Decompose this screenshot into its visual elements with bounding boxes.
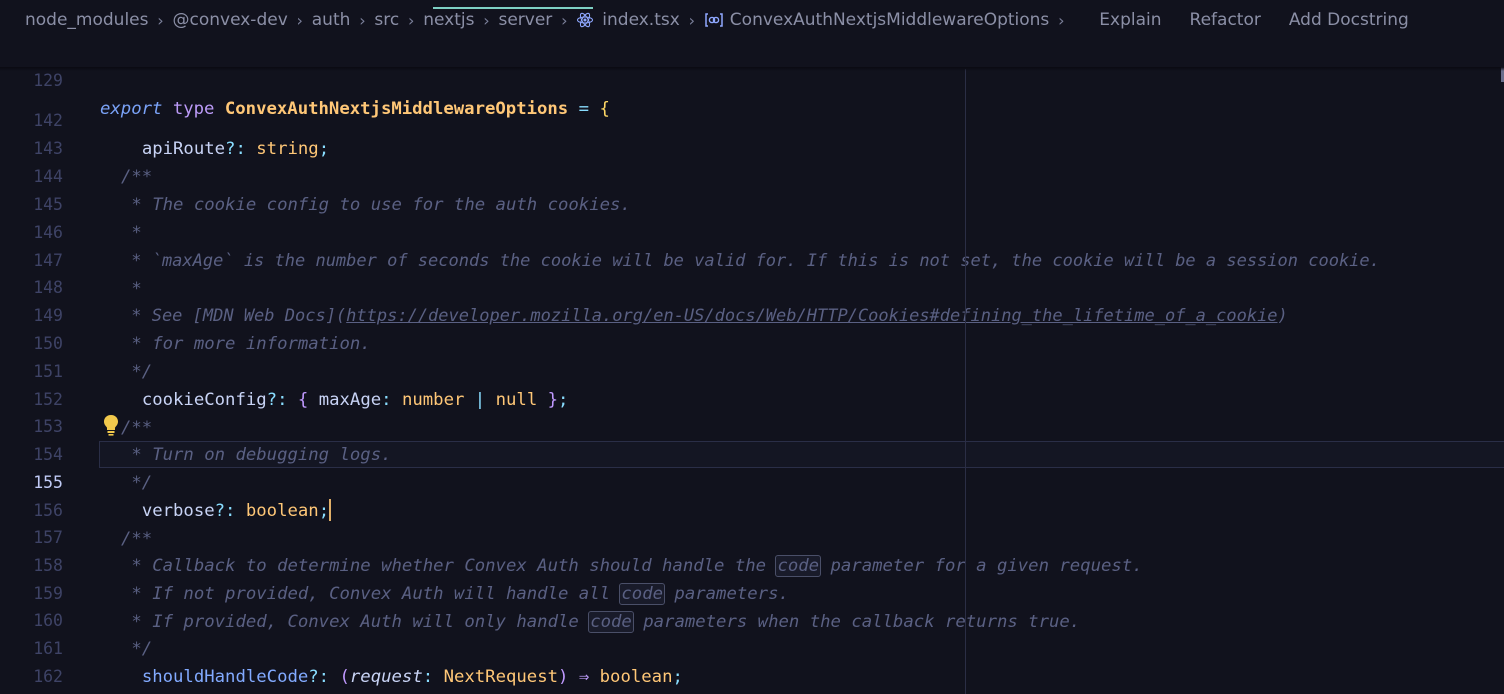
type-name: ConvexAuthNextjsMiddlewareOptions (224, 99, 569, 119)
semicolon: ; (318, 139, 330, 159)
code-line-150[interactable]: 150 */ (0, 302, 1504, 382)
property-name: shouldHandleCode (141, 667, 309, 687)
line-number: 129 (33, 71, 63, 90)
code-line-161[interactable]: 161 shouldHandleCode?: (request: NextReq… (0, 607, 1504, 687)
colon: : (422, 667, 434, 687)
breadcrumb-item-src[interactable]: src (374, 10, 399, 30)
open-brace: { (297, 390, 309, 410)
breadcrumb-item-file[interactable]: index.tsx (576, 10, 680, 30)
chevron-right-icon: › (483, 10, 490, 30)
close-brace: } (547, 390, 559, 410)
code-line-160[interactable]: 160 */ (0, 579, 1504, 659)
column-ruler (965, 69, 966, 694)
optional-colon: ?: (308, 667, 330, 687)
code-line-156[interactable]: 156 /** (0, 469, 1504, 549)
code-line-146[interactable]: 146 * `maxAge` is the number of seconds … (0, 191, 1504, 271)
semicolon: ; (672, 667, 683, 687)
arrow: ⇒ (578, 667, 590, 687)
code-content: cookieConfig?: { maxAge: number | null }… (142, 390, 569, 410)
react-icon (576, 11, 594, 29)
code-line-152[interactable]: 152 /** (0, 358, 1504, 438)
code-content: apiRoute?: string; (142, 139, 329, 159)
explain-action[interactable]: Explain (1099, 10, 1161, 30)
property-name: cookieConfig (141, 390, 267, 410)
breadcrumb-symbol-label: ConvexAuthNextjsMiddlewareOptions (729, 10, 1050, 30)
optional-colon: ?: (214, 501, 236, 521)
chevron-right-icon: › (408, 10, 415, 30)
text-cursor (329, 498, 332, 521)
breadcrumb-item-symbol[interactable]: ConvexAuthNextjsMiddlewareOptions (704, 10, 1050, 30)
chevron-right-icon: › (296, 10, 303, 30)
keyword-export: export (100, 99, 163, 119)
type-annotation: null (495, 390, 538, 410)
code-line-148[interactable]: 148 * See [MDN Web Docs](https://develop… (0, 246, 1504, 326)
symbol-interface-icon (704, 12, 724, 28)
code-line: export type ConvexAuthNextjsMiddlewareOp… (100, 95, 610, 123)
type-annotation: number (401, 390, 465, 410)
chevron-right-icon: › (688, 10, 695, 30)
sticky-scroll-shadow (0, 67, 1504, 71)
code-content: verbose?: boolean; (141, 498, 332, 521)
return-type: boolean (599, 667, 673, 687)
lightbulb-icon[interactable] (101, 413, 121, 437)
sticky-scroll-line[interactable]: 129 export type ConvexAuthNextjsMiddlewa… (0, 39, 1504, 119)
equals-sign: = (578, 99, 590, 119)
semicolon: ; (558, 390, 569, 410)
optional-colon: ?: (266, 390, 288, 410)
open-paren: ( (339, 667, 350, 687)
colon: : (381, 390, 392, 410)
chevron-right-icon: › (359, 10, 366, 30)
breadcrumb-item-nextjs[interactable]: nextjs (423, 10, 474, 30)
breadcrumb-item-node-modules[interactable]: node_modules (25, 10, 149, 30)
union-bar: | (474, 390, 486, 410)
parameter-name: request (349, 667, 423, 687)
code-line-147[interactable]: 147 * (0, 219, 1504, 299)
semicolon: ; (318, 501, 330, 521)
field-name: maxAge (318, 390, 382, 410)
code-line-155[interactable]: 155 verbose?: boolean; (0, 441, 1504, 521)
breadcrumb-item-server[interactable]: server (498, 10, 552, 30)
optional-colon: ?: (225, 139, 246, 159)
refactor-action[interactable]: Refactor (1190, 10, 1261, 30)
code-line-162[interactable]: 162 }; (0, 635, 1504, 686)
add-docstring-action[interactable]: Add Docstring (1289, 10, 1409, 30)
property-name: verbose (141, 501, 215, 521)
type-annotation: boolean (245, 501, 319, 521)
open-brace: { (599, 99, 610, 119)
chevron-right-icon: › (561, 10, 568, 30)
code-line-145[interactable]: 145 * (0, 163, 1504, 243)
code-line-154[interactable]: 154 */ (0, 413, 1504, 493)
type-annotation: NextRequest (443, 667, 559, 687)
code-line-151[interactable]: 151 cookieConfig?: { maxAge: number | nu… (0, 330, 1504, 410)
code-content: shouldHandleCode?: (request: NextRequest… (142, 667, 683, 687)
close-paren: ) (558, 667, 569, 687)
breadcrumb-item-convex-dev[interactable]: @convex-dev (173, 10, 288, 30)
breadcrumb-item-auth[interactable]: auth (312, 10, 351, 30)
breadcrumb-file-label: index.tsx (602, 10, 680, 30)
chevron-right-icon: › (1058, 10, 1065, 30)
code-line-149[interactable]: 149 * for more information. (0, 274, 1504, 354)
chevron-right-icon: › (157, 10, 164, 30)
type-annotation: string (256, 139, 319, 159)
code-line-158[interactable]: 158 * If not provided, Convex Auth will … (0, 524, 1504, 605)
code-line-159[interactable]: 159 * If provided, Convex Auth will only… (0, 552, 1504, 633)
keyword-type: type (172, 99, 215, 119)
property-name: apiRoute (141, 139, 226, 159)
breadcrumb: node_modules › @convex-dev › auth › src … (0, 0, 1504, 40)
